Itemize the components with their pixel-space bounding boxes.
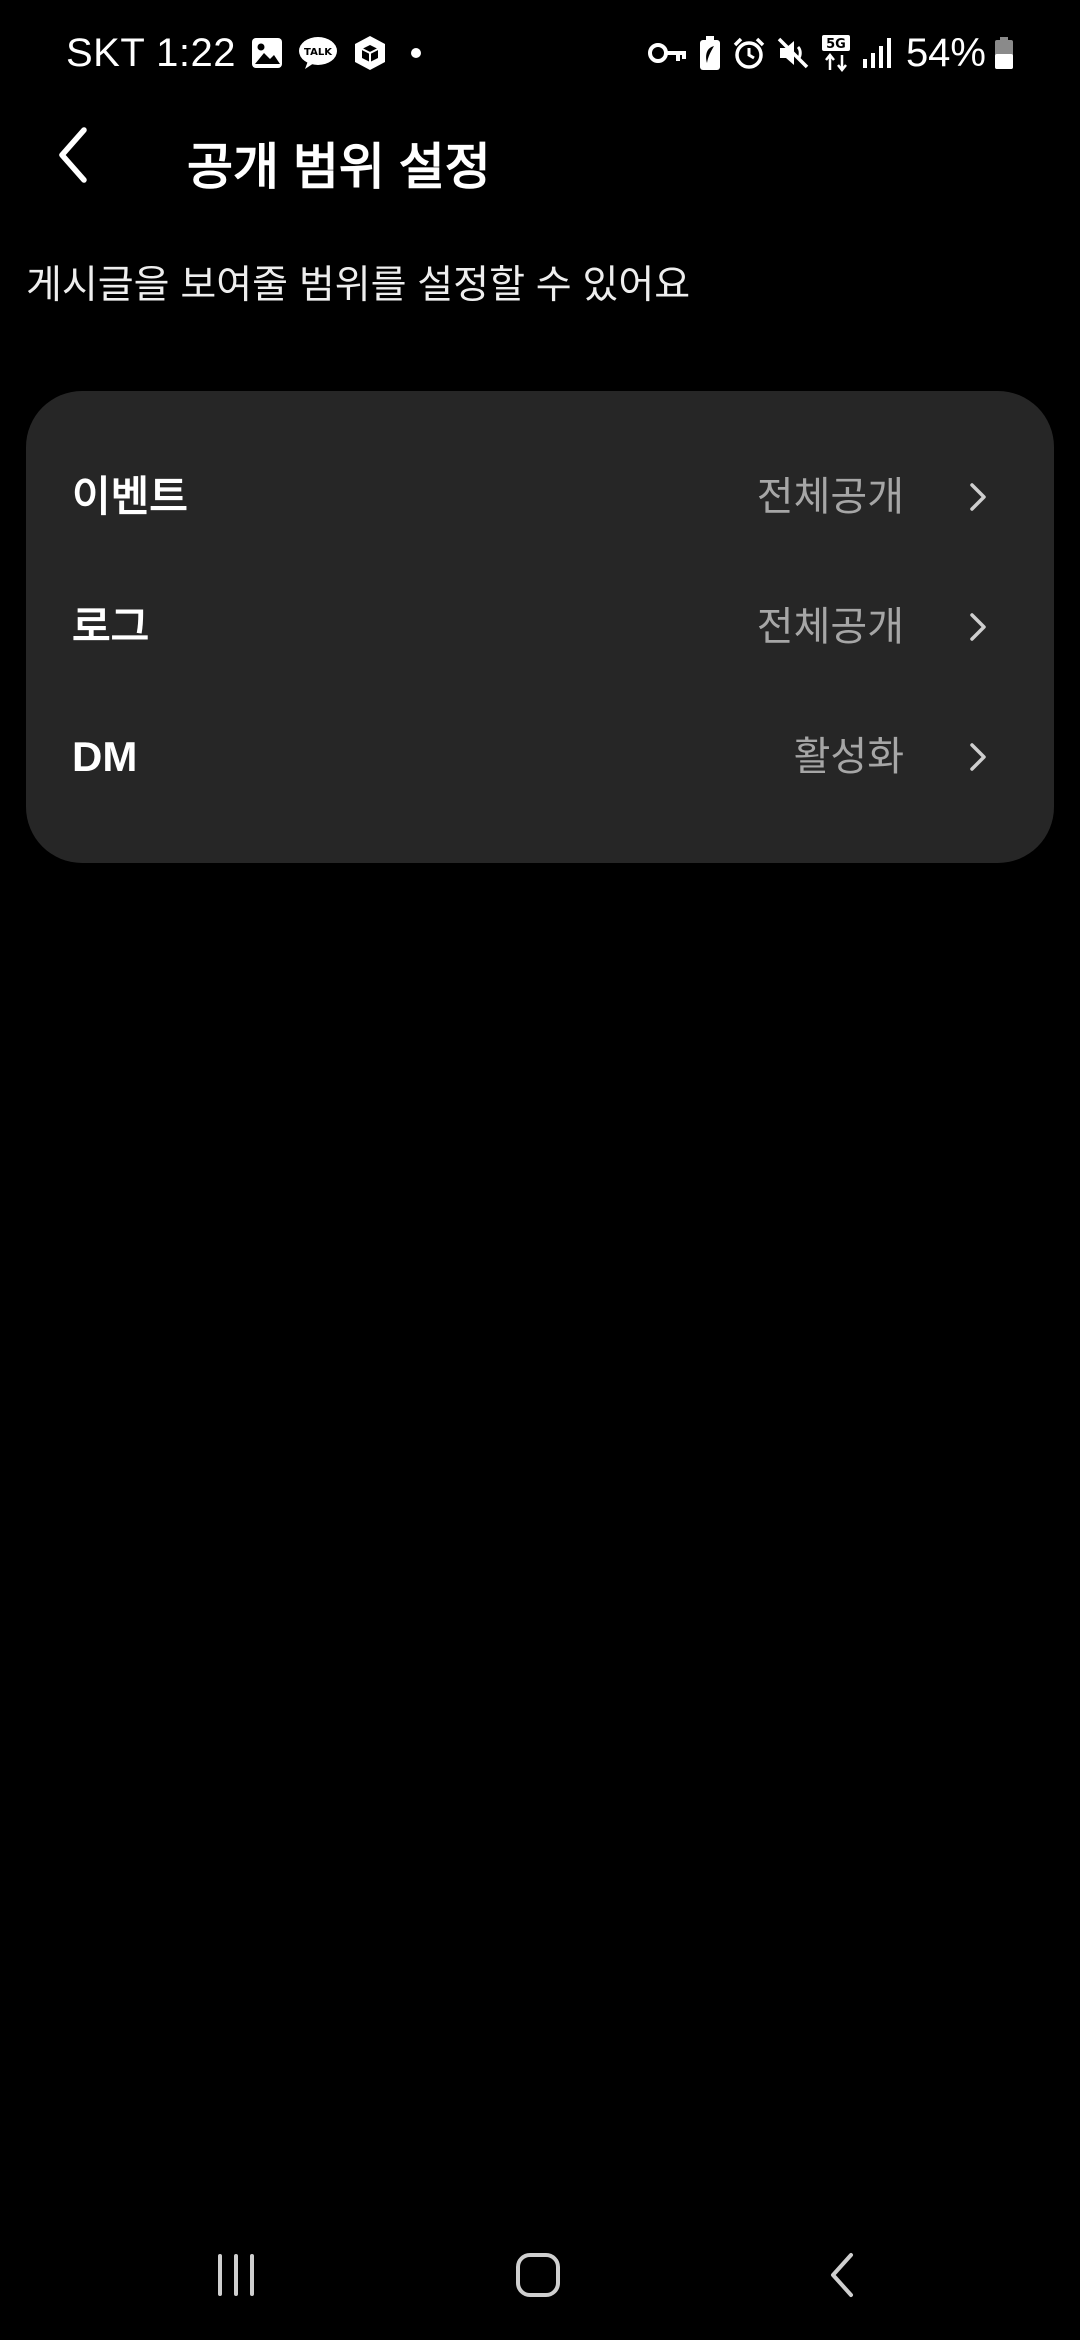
home-icon: [516, 2253, 560, 2297]
settings-row-dm[interactable]: DM 활성화: [26, 692, 1054, 822]
box-app-icon: [352, 34, 388, 72]
kakaotalk-icon: TALK: [298, 36, 338, 70]
recent-apps-button[interactable]: [186, 2240, 286, 2310]
system-back-button[interactable]: [792, 2240, 892, 2310]
carrier-time: SKT 1:22: [66, 30, 237, 75]
settings-row-label: 이벤트: [72, 473, 188, 520]
alarm-icon: [732, 36, 766, 70]
signal-icon: [862, 37, 892, 69]
svg-text:TALK: TALK: [304, 47, 333, 58]
mute-icon: [776, 36, 810, 70]
status-bar: SKT 1:22 TALK 5G 54%: [0, 0, 1080, 105]
settings-row-label: 로그: [72, 603, 150, 650]
settings-card: 이벤트 전체공개 로그 전체공개 DM 활성화: [26, 391, 1054, 863]
battery-percent: 54%: [905, 30, 986, 75]
page-title: 공개 범위 설정: [187, 139, 491, 195]
svg-text:5G: 5G: [826, 37, 846, 52]
page-description: 게시글을 보여줄 범위를 설정할 수 있어요: [26, 264, 691, 307]
5g-data-icon: 5G: [820, 34, 852, 72]
recent-apps-icon: [218, 2254, 254, 2296]
settings-row-value: 전체공개: [756, 605, 904, 649]
settings-row-value: 활성화: [793, 735, 904, 779]
vpn-key-icon: [647, 41, 688, 65]
chevron-right-icon: [960, 479, 996, 515]
app-bar: 공개 범위 설정: [0, 105, 1080, 205]
settings-row-label: DM: [72, 733, 138, 780]
status-bar-right: 5G 54%: [647, 26, 1014, 80]
notification-dot-icon: [410, 47, 422, 59]
chevron-right-icon: [960, 609, 996, 645]
system-back-icon: [831, 2253, 853, 2297]
settings-row-log[interactable]: 로그 전체공개: [26, 562, 1054, 692]
settings-row-event[interactable]: 이벤트 전체공개: [26, 432, 1054, 562]
back-button[interactable]: [36, 117, 112, 193]
battery-saver-icon: [698, 35, 722, 71]
battery-icon: [994, 36, 1014, 70]
back-arrow-icon: [59, 127, 87, 183]
status-bar-left: SKT 1:22 TALK: [66, 26, 422, 80]
chevron-right-icon: [960, 739, 996, 775]
settings-row-value: 전체공개: [756, 475, 904, 519]
navigation-bar: [0, 2220, 1080, 2340]
home-button[interactable]: [488, 2240, 588, 2310]
gallery-icon: [250, 36, 284, 70]
